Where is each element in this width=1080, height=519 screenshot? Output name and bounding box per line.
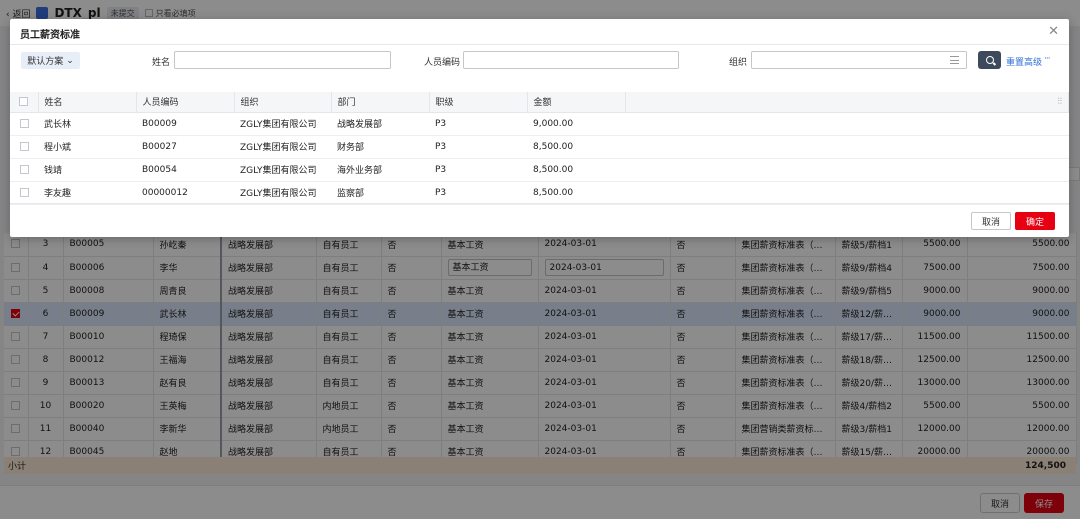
org-filter-label: 组织	[729, 58, 748, 68]
empty-cell	[625, 112, 1069, 136]
row-checkbox-cell[interactable]	[10, 135, 38, 159]
amount: 8,500.00	[527, 181, 625, 205]
rank: P3	[429, 135, 527, 159]
scheme-label: 默认方案	[27, 57, 64, 67]
organization: ZGLY集团有限公司	[234, 158, 331, 182]
empty-cell	[625, 158, 1069, 182]
row-checkbox-cell[interactable]	[10, 158, 38, 182]
column-header[interactable]: 金额	[527, 92, 626, 113]
column-header[interactable]: 人员编码	[136, 92, 235, 113]
rank: P3	[429, 181, 527, 205]
employee-code: B00027	[136, 135, 234, 159]
rank: P3	[429, 158, 527, 182]
employee-name: 李友趣	[38, 181, 136, 205]
name-filter-input[interactable]	[174, 51, 391, 69]
employee-code: B00054	[136, 158, 234, 182]
list-icon[interactable]	[950, 56, 959, 64]
row-checkbox-cell[interactable]	[10, 112, 38, 136]
code-filter-input[interactable]	[463, 51, 679, 69]
empty-cell	[625, 135, 1069, 159]
table-row[interactable]: 钱靖 B00054 ZGLY集团有限公司 海外业务部 P3 8,500.00	[10, 158, 1069, 182]
organization: ZGLY集团有限公司	[234, 181, 331, 205]
dialog-cancel-button[interactable]: 取消	[971, 212, 1011, 230]
employee-code: 00000012	[136, 181, 234, 205]
column-header[interactable]: 姓名	[38, 92, 137, 113]
employee-name: 武长林	[38, 112, 136, 136]
row-checkbox[interactable]	[19, 141, 29, 151]
department: 海外业务部	[331, 158, 429, 182]
select-all-checkbox[interactable]	[10, 92, 39, 113]
row-checkbox[interactable]	[19, 118, 29, 128]
dialog-title: 员工薪资标准	[20, 30, 80, 41]
employee-name: 钱靖	[38, 158, 136, 182]
employee-salary-standard-dialog: 员工薪资标准 ✕ 默认方案 ⌄ 姓名 人员编码 组织 重置 高级 ··· 姓名 …	[10, 19, 1069, 237]
employee-name: 程小斌	[38, 135, 136, 159]
more-icon[interactable]: ···	[1044, 54, 1051, 64]
row-checkbox-cell[interactable]	[10, 181, 38, 205]
reset-link[interactable]: 重置	[1006, 55, 1024, 68]
column-header[interactable]: 部门	[331, 92, 430, 113]
column-settings-icon[interactable]: ⫶⫶	[1057, 97, 1062, 107]
row-checkbox[interactable]	[19, 187, 29, 197]
chevron-down-icon: ⌄	[66, 55, 74, 66]
column-settings-cell: ⫶⫶	[625, 92, 1069, 113]
checkbox-icon	[19, 96, 29, 106]
divider	[10, 44, 1069, 45]
rank: P3	[429, 112, 527, 136]
column-header[interactable]: 组织	[234, 92, 332, 113]
table-row[interactable]: 武长林 B00009 ZGLY集团有限公司 战略发展部 P3 9,000.00	[10, 112, 1069, 136]
organization: ZGLY集团有限公司	[234, 135, 331, 159]
code-filter-label: 人员编码	[424, 58, 461, 68]
department: 监察部	[331, 181, 429, 205]
name-filter-label: 姓名	[152, 58, 171, 68]
divider	[10, 203, 1069, 204]
scheme-dropdown[interactable]: 默认方案 ⌄	[21, 52, 80, 69]
advanced-link[interactable]: 高级	[1024, 55, 1042, 68]
table-row[interactable]: 程小斌 B00027 ZGLY集团有限公司 财务部 P3 8,500.00	[10, 135, 1069, 159]
empty-cell	[625, 181, 1069, 205]
search-button[interactable]	[978, 51, 1001, 69]
department: 战略发展部	[331, 112, 429, 136]
close-icon[interactable]: ✕	[1048, 24, 1059, 39]
org-filter-input[interactable]	[751, 51, 967, 69]
amount: 8,500.00	[527, 135, 625, 159]
table-header-row: 姓名 人员编码 组织 部门 职级 金额 ⫶⫶	[10, 92, 1069, 113]
employee-code: B00009	[136, 112, 234, 136]
row-checkbox[interactable]	[19, 164, 29, 174]
amount: 8,500.00	[527, 158, 625, 182]
organization: ZGLY集团有限公司	[234, 112, 331, 136]
table-row[interactable]: 李友趣 00000012 ZGLY集团有限公司 监察部 P3 8,500.00	[10, 181, 1069, 205]
search-icon	[985, 56, 994, 64]
dialog-confirm-button[interactable]: 确定	[1015, 212, 1055, 230]
column-header[interactable]: 职级	[429, 92, 528, 113]
amount: 9,000.00	[527, 112, 625, 136]
salary-standard-table: 姓名 人员编码 组织 部门 职级 金额 ⫶⫶ 武长林 B00009 ZGLY集团有限…	[10, 92, 1069, 205]
department: 财务部	[331, 135, 429, 159]
